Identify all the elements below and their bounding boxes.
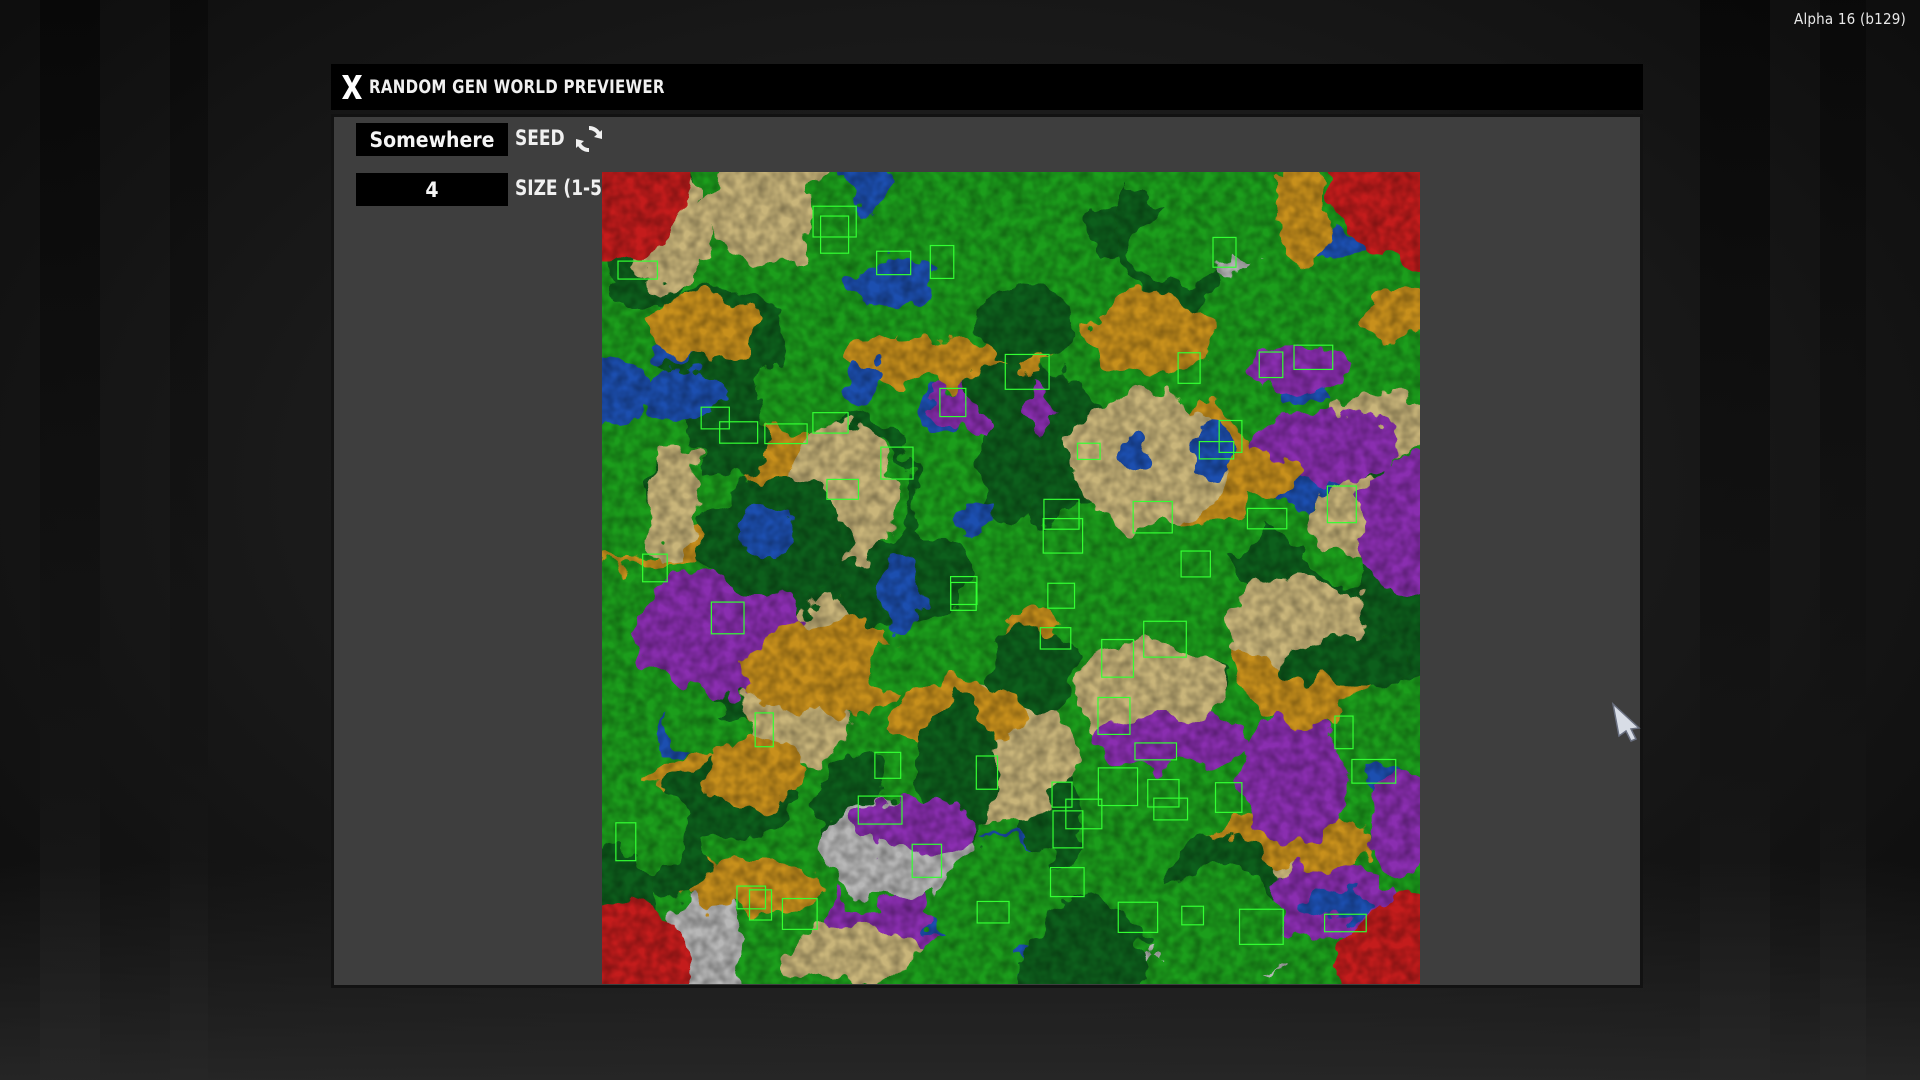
seed-label: SEED bbox=[515, 126, 565, 150]
close-button[interactable] bbox=[337, 72, 367, 102]
size-input[interactable]: 4 bbox=[356, 173, 508, 206]
world-map-preview bbox=[602, 172, 1420, 984]
seed-input[interactable]: Somewhere bbox=[356, 123, 508, 156]
size-label: SIZE (1-5) bbox=[515, 176, 610, 200]
title-bar: RANDOM GEN WORLD PREVIEWER bbox=[331, 64, 1643, 110]
biome-map bbox=[602, 172, 1420, 984]
close-x-icon bbox=[342, 75, 362, 99]
version-label: Alpha 16 (b129) bbox=[1794, 10, 1906, 28]
window-title: RANDOM GEN WORLD PREVIEWER bbox=[369, 76, 665, 98]
background-scene: Alpha 16 (b129) RANDOM GEN WORLD PREVIEW… bbox=[0, 0, 1920, 1080]
refresh-seed-button[interactable] bbox=[572, 122, 606, 156]
mouse-cursor-icon bbox=[1611, 702, 1641, 742]
terrain-shading bbox=[602, 172, 1420, 984]
world-previewer-window: RANDOM GEN WORLD PREVIEWER Somewhere SEE… bbox=[331, 64, 1643, 988]
refresh-icon bbox=[576, 125, 602, 153]
previewer-panel: Somewhere SEED 4 SIZE (1-5) bbox=[331, 114, 1643, 988]
